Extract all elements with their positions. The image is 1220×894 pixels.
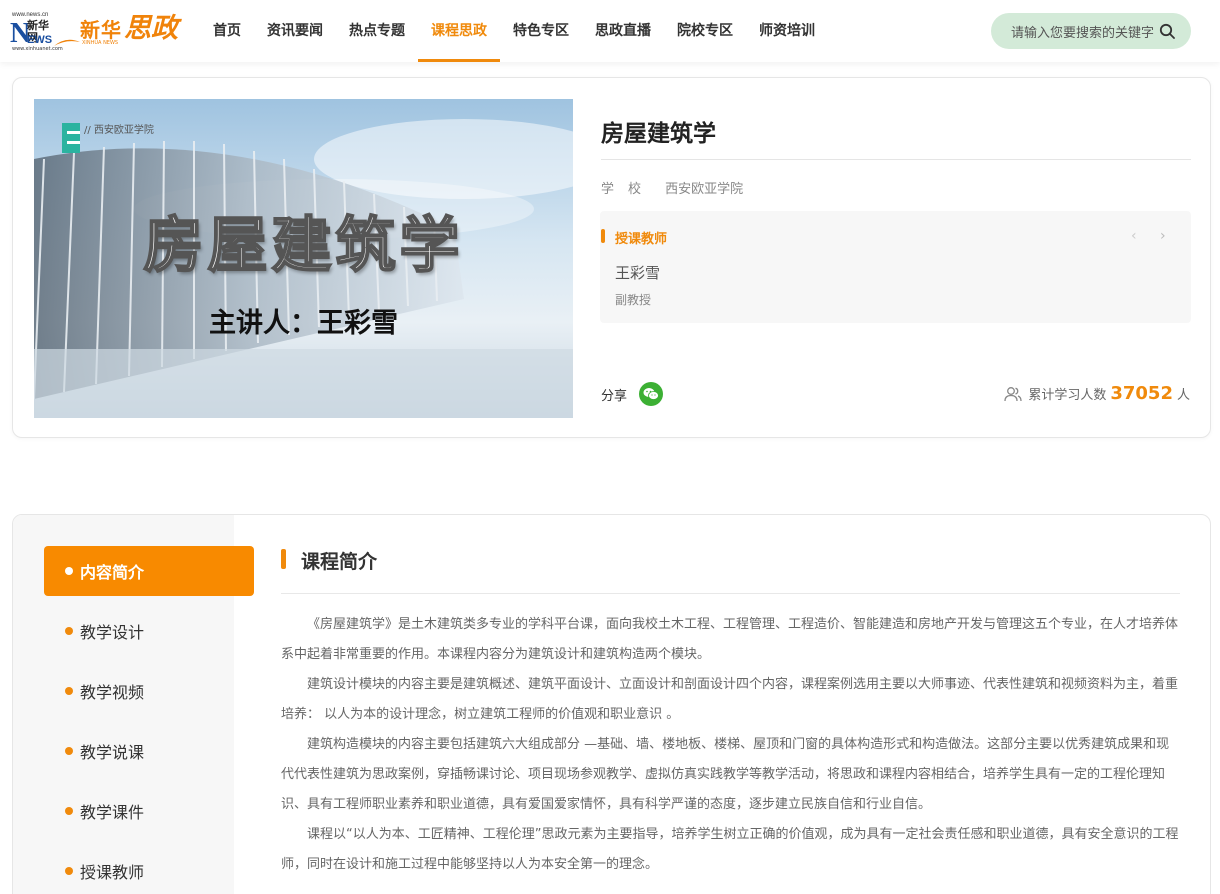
sidebar-item-slides[interactable]: 教学课件 xyxy=(44,786,254,836)
section-divider xyxy=(281,593,1180,594)
nav-colleges[interactable]: 院校专区 xyxy=(664,0,746,62)
intro-paragraph: 建筑构造模块的内容主要包括建筑六大组成部分 —基础、墙、楼地板、楼梯、屋顶和门窗… xyxy=(281,737,1170,812)
bullet-dot xyxy=(65,867,73,875)
sidebar-item-intro[interactable]: 内容简介 xyxy=(44,546,254,596)
logo-ews: EWS xyxy=(27,34,53,46)
sidebar-item-lecture[interactable]: 教学说课 xyxy=(44,726,254,776)
bullet-dot xyxy=(65,687,73,695)
teacher-name[interactable]: 王彩雪 xyxy=(615,262,660,283)
share-row: 分享 xyxy=(601,382,664,406)
chevron-right-icon[interactable]: › xyxy=(1160,228,1166,244)
learners-label: 累计学习人数 xyxy=(1028,388,1107,403)
nav-home[interactable]: 首页 xyxy=(200,0,254,62)
bullet-dot xyxy=(65,807,73,815)
search-input[interactable]: 请输入您要搜索的关键字 xyxy=(1011,22,1154,41)
bullet-dot xyxy=(65,747,73,755)
site-header: www.news.cn N 新华网 EWS www.xinhuanet.com … xyxy=(0,0,1220,62)
nav-news[interactable]: 资讯要闻 xyxy=(254,0,336,62)
sidebar-item-video[interactable]: 教学视频 xyxy=(44,666,254,716)
teacher-panel: 授课教师 ‹ › 王彩雪 副教授 xyxy=(600,211,1191,323)
logo-brand-sizheng: 思政 xyxy=(124,13,178,44)
users-icon xyxy=(1004,386,1022,401)
learners-unit: 人 xyxy=(1176,388,1190,403)
title-divider xyxy=(601,159,1191,160)
learners-count-row: 累计学习人数 37052 人 xyxy=(1004,383,1190,404)
sidebar-item-label: 教学视频 xyxy=(80,683,145,702)
teacher-section-label: 授课教师 xyxy=(615,232,668,247)
logo-brand-sub: XINHUA NEWS xyxy=(82,40,119,46)
nav-featured[interactable]: 特色专区 xyxy=(500,0,582,62)
sidebar-item-design[interactable]: 教学设计 xyxy=(44,606,254,656)
sidebar-item-label: 教学课件 xyxy=(80,803,145,822)
wechat-icon[interactable] xyxy=(639,382,664,406)
school-label: 学校 xyxy=(601,182,656,197)
course-info-card: // 西安欧亚学院 房屋建筑学 主讲人：王彩雪 房屋建筑学 学校 西安欧亚学院 … xyxy=(12,77,1211,438)
sidebar-item-label: 教学设计 xyxy=(80,623,145,642)
chevron-left-icon[interactable]: ‹ xyxy=(1131,228,1137,244)
nav-training[interactable]: 师资培训 xyxy=(746,0,828,62)
xinhuanet-logo: www.news.cn N 新华网 EWS www.xinhuanet.com xyxy=(10,12,63,52)
main-nav: 首页 资讯要闻 热点专题 课程思政 特色专区 思政直播 院校专区 师资培训 xyxy=(200,0,828,62)
logo-brand-xinhua: 新华 xyxy=(80,18,122,42)
intro-paragraph: 《房屋建筑学》是土木建筑类多专业的学科平台课，面向我校土木工程、工程管理、工程造… xyxy=(281,617,1179,662)
search-icon[interactable] xyxy=(1159,23,1175,39)
course-title: 房屋建筑学 xyxy=(601,121,716,147)
bullet-dot xyxy=(65,567,73,575)
cover-speaker: 主讲人：王彩雪 xyxy=(209,308,398,339)
school-row: 学校 西安欧亚学院 xyxy=(601,178,743,197)
intro-paragraph: 建筑设计模块的内容主要是建筑概述、建筑平面设计、立面设计和剖面设计四个内容，课程… xyxy=(281,677,1179,722)
intro-paragraph: 课程以“以人为本、工匠精神、工程伦理”思政元素为主要指导，培养学生树立正确的价值… xyxy=(281,827,1179,872)
sidebar-item-label: 授课教师 xyxy=(80,863,145,882)
cover-big-title: 房屋建筑学 xyxy=(143,210,464,282)
sidebar-item-label: 内容简介 xyxy=(80,563,145,582)
site-logo[interactable]: www.news.cn N 新华网 EWS www.xinhuanet.com … xyxy=(10,10,180,52)
nav-course-sizheng[interactable]: 课程思政 xyxy=(418,0,500,62)
section-title: 课程简介 xyxy=(281,547,377,574)
school-name: 西安欧亚学院 xyxy=(665,182,744,197)
share-label: 分享 xyxy=(601,388,628,404)
sidebar-item-teachers[interactable]: 授课教师 xyxy=(44,846,254,894)
logo-swoosh-icon xyxy=(54,39,80,46)
bullet-dot xyxy=(65,627,73,635)
learners-count: 37052 xyxy=(1110,383,1173,404)
course-intro-text: 《房屋建筑学》是土木建筑类多专业的学科平台课，面向我校土木工程、工程管理、工程造… xyxy=(281,610,1180,880)
course-cover-image[interactable]: // 西安欧亚学院 房屋建筑学 主讲人：王彩雪 xyxy=(34,99,573,418)
teacher-title: 副教授 xyxy=(615,293,652,307)
teacher-label-bar xyxy=(601,229,605,243)
sidebar-item-label: 教学说课 xyxy=(80,743,145,762)
nav-live[interactable]: 思政直播 xyxy=(582,0,664,62)
course-content-card: 内容简介 教学设计 教学视频 教学说课 教学课件 授课教师 课程简介 《房屋建筑… xyxy=(12,514,1211,894)
search-box[interactable]: 请输入您要搜索的关键字 xyxy=(991,13,1191,49)
nav-topics[interactable]: 热点专题 xyxy=(336,0,418,62)
content-sidebar: 内容简介 教学设计 教学视频 教学说课 教学课件 授课教师 xyxy=(13,515,254,894)
cover-school-tag: // 西安欧亚学院 xyxy=(84,125,154,136)
